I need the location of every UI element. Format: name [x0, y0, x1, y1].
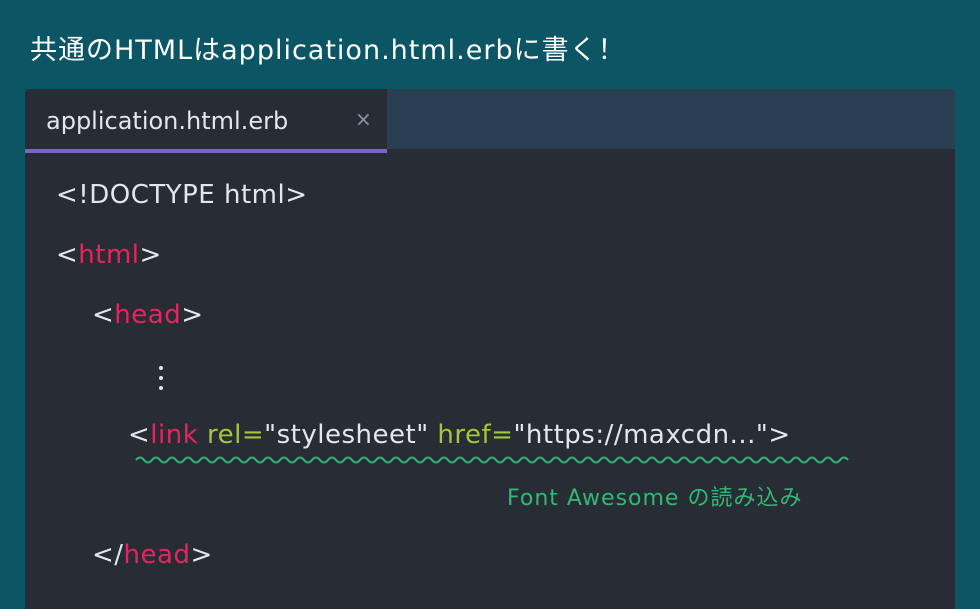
code-line-html-open: <html> [56, 240, 162, 270]
tab-label: application.html.erb [46, 107, 289, 135]
tag-name-head: head [123, 540, 191, 570]
code-line-doctype: <!DOCTYPE html> [56, 180, 308, 210]
bracket-close: > [181, 300, 204, 330]
bracket-open: </ [92, 540, 124, 570]
tag-name-html: html [78, 240, 140, 270]
squiggle-underline [135, 456, 849, 464]
tab-application-html-erb[interactable]: application.html.erb × [25, 89, 387, 153]
doctype-text: <!DOCTYPE html> [56, 180, 308, 210]
bracket-open: < [128, 420, 151, 450]
attr-href: href= [428, 420, 514, 450]
bracket-close: > [190, 540, 213, 570]
bracket-close: > [768, 420, 791, 450]
code-editor: application.html.erb × <!DOCTYPE html> <… [25, 89, 955, 609]
code-line-head-close: </head> [92, 540, 213, 570]
bracket-open: < [92, 300, 115, 330]
tag-name-head: head [114, 300, 182, 330]
page-heading: 共通のHTMLはapplication.html.erbに書く！ [30, 35, 626, 66]
attr-value-stylesheet: "stylesheet" [264, 420, 429, 450]
annotation-text: Font Awesome の読み込み [507, 486, 803, 511]
code-line-link: <link rel="stylesheet" href="https://max… [128, 420, 791, 450]
code-line-head-open: <head> [92, 300, 204, 330]
attr-value-url: "https://maxcdn..." [513, 420, 769, 450]
attr-rel: rel= [198, 420, 265, 450]
bracket-close: > [139, 240, 162, 270]
bracket-open: < [56, 240, 79, 270]
vertical-ellipsis-icon [158, 364, 164, 394]
close-icon[interactable]: × [355, 109, 372, 129]
tag-name-link: link [150, 420, 199, 450]
